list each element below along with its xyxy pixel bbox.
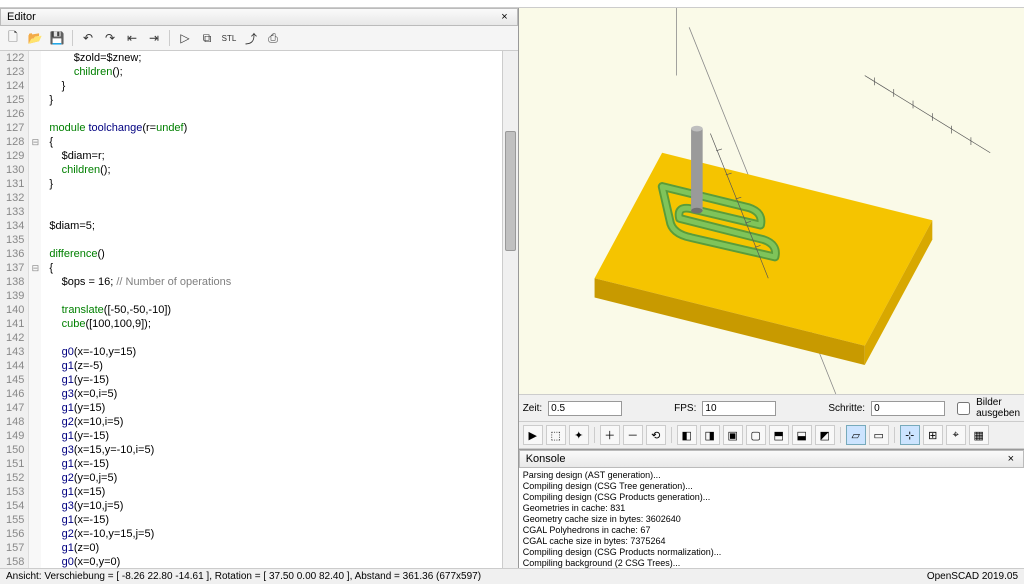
send-icon[interactable]: ⎙ xyxy=(264,29,282,47)
view-front-icon[interactable]: ▣ xyxy=(723,425,743,445)
preview-icon[interactable]: ▶ xyxy=(523,425,543,445)
view-back-icon[interactable]: ▢ xyxy=(746,425,766,445)
line-gutter: 1221231241251261271281291301311321331341… xyxy=(0,51,29,568)
fps-input[interactable] xyxy=(702,401,776,416)
separator xyxy=(840,427,841,443)
separator xyxy=(894,427,895,443)
close-icon[interactable]: × xyxy=(498,11,510,23)
view-right-icon[interactable]: ◨ xyxy=(700,425,720,445)
editor-toolbar: 🗋 📂 💾 ↶ ↷ ⇤ ⇥ ▷ ⧉ STL ⤴ ⎙ xyxy=(0,26,518,51)
bilder-checkbox[interactable] xyxy=(957,402,970,415)
export-icon[interactable]: ⤴ xyxy=(242,29,260,47)
fold-gutter[interactable]: ⊟⊟ xyxy=(29,51,41,568)
undo-icon[interactable]: ↶ xyxy=(79,29,97,47)
zeit-label: Zeit: xyxy=(523,403,542,414)
editor-titlebar: Editor × xyxy=(0,8,518,26)
zoom-out-icon[interactable]: － xyxy=(623,425,643,445)
console-titlebar: Konsole × xyxy=(519,450,1024,468)
status-right: OpenSCAD 2019.05 xyxy=(927,571,1018,582)
view-top-icon[interactable]: ⬒ xyxy=(769,425,789,445)
console-output[interactable]: Parsing design (AST generation)...Compil… xyxy=(519,468,1024,568)
preview-icon[interactable]: ▷ xyxy=(176,29,194,47)
persp-icon[interactable]: ▱ xyxy=(846,425,866,445)
view-left-icon[interactable]: ◧ xyxy=(677,425,697,445)
ortho-icon[interactable]: ▭ xyxy=(869,425,889,445)
editor-panel: Editor × 🗋 📂 💾 ↶ ↷ ⇤ ⇥ ▷ ⧉ STL ⤴ ⎙ 12212… xyxy=(0,8,519,568)
show-edges-icon[interactable]: ⊞ xyxy=(923,425,943,445)
status-bar: Ansicht: Verschiebung = [ -8.26 22.80 -1… xyxy=(0,568,1024,584)
scrollbar[interactable] xyxy=(502,51,518,568)
stl-icon[interactable]: STL xyxy=(220,29,238,47)
axes-icon[interactable]: ✦ xyxy=(569,425,589,445)
scroll-thumb[interactable] xyxy=(505,131,516,251)
bilder-label: Bilder ausgeben xyxy=(976,397,1020,419)
animation-bar: Zeit: FPS: Schritte: Bilder ausgeben xyxy=(519,394,1024,422)
main-area: Editor × 🗋 📂 💾 ↶ ↷ ⇤ ⇥ ▷ ⧉ STL ⤴ ⎙ 12212… xyxy=(0,8,1024,568)
show-axes-icon[interactable]: ⊹ xyxy=(900,425,920,445)
right-panel: Zeit: FPS: Schritte: Bilder ausgeben ▶ ⬚… xyxy=(519,8,1024,568)
zeit-input[interactable] xyxy=(548,401,622,416)
separator xyxy=(169,30,170,46)
tool-bit xyxy=(691,126,703,214)
close-icon[interactable]: × xyxy=(1005,453,1017,465)
cube-icon[interactable]: ⬚ xyxy=(546,425,566,445)
view-bottom-icon[interactable]: ⬓ xyxy=(792,425,812,445)
separator xyxy=(671,427,672,443)
fps-label: FPS: xyxy=(674,403,696,414)
render-icon[interactable]: ⧉ xyxy=(198,29,216,47)
view-diag-icon[interactable]: ◩ xyxy=(815,425,835,445)
crosshair-icon[interactable]: ⌖ xyxy=(946,425,966,445)
editor-title: Editor xyxy=(7,11,36,23)
schritte-label: Schritte: xyxy=(828,403,865,414)
indent-icon[interactable]: ⇥ xyxy=(145,29,163,47)
zoom-in-icon[interactable]: ＋ xyxy=(600,425,620,445)
separator xyxy=(594,427,595,443)
redo-icon[interactable]: ↷ xyxy=(101,29,119,47)
unindent-icon[interactable]: ⇤ xyxy=(123,29,141,47)
code-editor[interactable]: 1221231241251261271281291301311321331341… xyxy=(0,51,518,568)
wireframe-icon[interactable]: ▦ xyxy=(969,425,989,445)
new-icon[interactable]: 🗋 xyxy=(4,29,22,47)
separator xyxy=(72,30,73,46)
view-toolbar: ▶ ⬚ ✦ ＋ － ⟲ ◧ ◨ ▣ ▢ ⬒ ⬓ ◩ ▱ ▭ ⊹ ⊞ ⌖ ▦ xyxy=(519,422,1024,449)
menubar xyxy=(0,0,1024,8)
open-icon[interactable]: 📂 xyxy=(26,29,44,47)
zoom-reset-icon[interactable]: ⟲ xyxy=(646,425,666,445)
3d-viewport[interactable] xyxy=(519,8,1024,394)
status-left: Ansicht: Verschiebung = [ -8.26 22.80 -1… xyxy=(6,571,481,582)
code-content[interactable]: $zold=$znew; children(); }} module toolc… xyxy=(41,51,501,568)
save-icon[interactable]: 💾 xyxy=(48,29,66,47)
console-title: Konsole xyxy=(526,453,566,465)
console-panel: Konsole × Parsing design (AST generation… xyxy=(519,449,1024,568)
schritte-input[interactable] xyxy=(871,401,945,416)
scene xyxy=(519,8,1024,394)
